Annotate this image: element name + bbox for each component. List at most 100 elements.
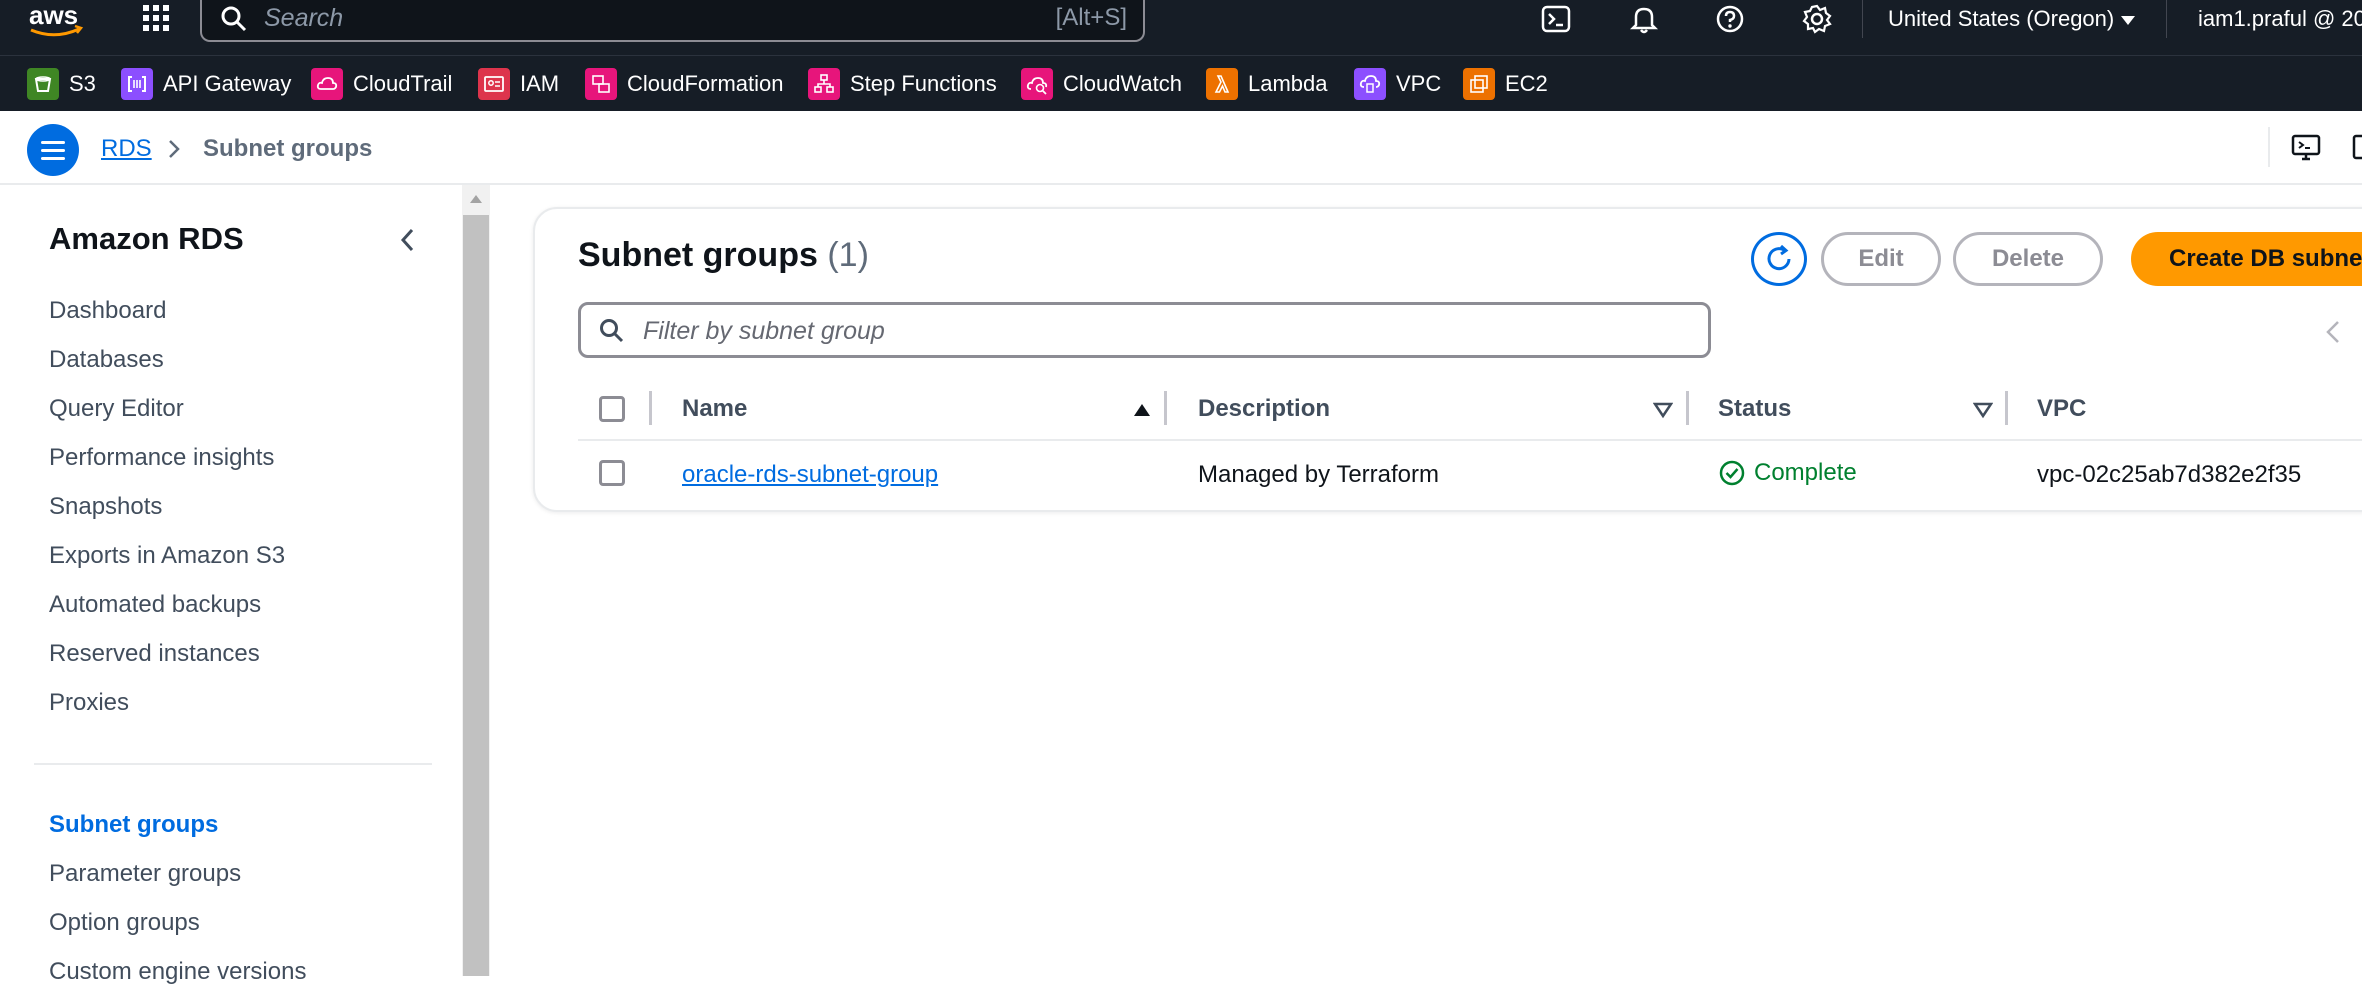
search-icon bbox=[600, 319, 624, 343]
shortcut-cloudtrail[interactable]: CloudTrail bbox=[311, 67, 452, 101]
create-db-subnet-group-button[interactable]: Create DB subnet group bbox=[2131, 232, 2362, 286]
side-nav-title: Amazon RDS bbox=[49, 221, 244, 256]
settings-gear-icon[interactable] bbox=[1801, 3, 1833, 35]
shortcut-cloudformation[interactable]: CloudFormation bbox=[585, 67, 784, 101]
side-navigation: Amazon RDS Dashboard Databases Query Edi… bbox=[0, 185, 462, 985]
nav-item-subnet-groups[interactable]: Subnet groups bbox=[49, 811, 218, 839]
shortcut-s3[interactable]: S3 bbox=[27, 67, 96, 101]
nav-item-performance-insights[interactable]: Performance insights bbox=[49, 444, 274, 472]
cloudformation-icon bbox=[585, 68, 617, 100]
create-button-label: Create DB subnet group bbox=[2169, 245, 2362, 272]
column-divider bbox=[649, 391, 652, 425]
utility-divider bbox=[2268, 127, 2270, 167]
sort-ascending-icon[interactable] bbox=[1132, 401, 1152, 419]
feedback-screen-icon[interactable] bbox=[2290, 131, 2322, 163]
refresh-icon bbox=[1767, 244, 1791, 271]
column-header-status[interactable]: Status bbox=[1718, 395, 1791, 423]
sort-descending-icon[interactable] bbox=[1653, 401, 1673, 419]
help-icon[interactable] bbox=[1714, 3, 1746, 35]
column-header-description[interactable]: Description bbox=[1198, 395, 1330, 423]
nav-item-reserved-instances[interactable]: Reserved instances bbox=[49, 640, 260, 668]
refresh-button[interactable] bbox=[1751, 232, 1807, 286]
account-menu[interactable]: iam1.praful @ 20 bbox=[2198, 6, 2362, 32]
side-nav-toggle-button[interactable] bbox=[27, 124, 79, 176]
column-header-vpc[interactable]: VPC bbox=[2037, 395, 2086, 423]
nav-item-proxies[interactable]: Proxies bbox=[49, 689, 129, 717]
notifications-bell-icon[interactable] bbox=[1628, 3, 1660, 35]
shortcut-vpc[interactable]: VPC bbox=[1354, 67, 1441, 101]
topbar-divider bbox=[1862, 0, 1863, 38]
table-title-text: Subnet groups bbox=[578, 236, 818, 274]
lambda-icon bbox=[1206, 68, 1238, 100]
shortcut-iam[interactable]: IAM bbox=[478, 67, 559, 101]
table-title: Subnet groups (1) bbox=[578, 236, 869, 275]
svg-text:aws: aws bbox=[29, 0, 78, 30]
topbar-divider bbox=[2166, 0, 2167, 38]
shortcut-label: Lambda bbox=[1248, 71, 1328, 96]
shortcut-ec2[interactable]: EC2 bbox=[1463, 67, 1548, 101]
success-check-circle-icon bbox=[1719, 460, 1745, 486]
ec2-icon bbox=[1463, 68, 1495, 100]
nav-item-automated-backups[interactable]: Automated backups bbox=[49, 591, 261, 619]
api-gateway-icon bbox=[121, 68, 153, 100]
search-shortcut-hint: [Alt+S] bbox=[1055, 4, 1127, 31]
nav-item-query-editor[interactable]: Query Editor bbox=[49, 395, 184, 423]
nav-item-exports-s3[interactable]: Exports in Amazon S3 bbox=[49, 542, 285, 570]
nav-item-snapshots[interactable]: Snapshots bbox=[49, 493, 162, 521]
global-search-input[interactable]: Search [Alt+S] bbox=[200, 0, 1145, 42]
region-selector[interactable]: United States (Oregon) bbox=[1888, 6, 2114, 32]
shortcut-lambda[interactable]: Lambda bbox=[1206, 67, 1328, 101]
step-functions-icon bbox=[808, 68, 840, 100]
collapse-nav-chevron-left-icon[interactable] bbox=[396, 225, 420, 255]
select-all-checkbox[interactable] bbox=[599, 396, 625, 422]
edit-button[interactable]: Edit bbox=[1821, 232, 1941, 286]
shortcut-label: Step Functions bbox=[850, 71, 997, 96]
table-count: (1) bbox=[827, 236, 869, 274]
nav-item-dashboard[interactable]: Dashboard bbox=[49, 297, 166, 325]
search-placeholder: Search bbox=[264, 4, 344, 32]
scroll-up-arrow-icon[interactable] bbox=[470, 195, 482, 203]
cloudshell-icon[interactable] bbox=[1540, 3, 1572, 35]
region-dropdown-caret-icon[interactable] bbox=[2120, 14, 2136, 26]
shortcut-label: CloudWatch bbox=[1063, 71, 1183, 96]
filter-subnet-group-field[interactable] bbox=[578, 302, 1711, 358]
chevron-right-icon bbox=[169, 140, 180, 158]
aws-logo[interactable]: aws bbox=[27, 0, 87, 40]
shortcut-cloudwatch[interactable]: CloudWatch bbox=[1021, 67, 1182, 101]
shortcut-label: CloudFormation bbox=[627, 71, 784, 96]
sort-descending-icon[interactable] bbox=[1973, 401, 1993, 419]
delete-button[interactable]: Delete bbox=[1953, 232, 2103, 286]
cloudwatch-icon bbox=[1021, 68, 1053, 100]
breadcrumb-rds-link[interactable]: RDS bbox=[101, 135, 152, 163]
vpc-icon bbox=[1354, 68, 1386, 100]
search-icon bbox=[221, 6, 247, 32]
table-row[interactable]: oracle-rds-subnet-group Managed by Terra… bbox=[578, 441, 2362, 511]
nav-item-parameter-groups[interactable]: Parameter groups bbox=[49, 860, 241, 888]
filter-input[interactable] bbox=[643, 313, 1683, 349]
top-navigation-bar: aws Search [Alt+S] United States (Oregon… bbox=[0, 0, 2362, 55]
breadcrumb-current: Subnet groups bbox=[203, 135, 373, 162]
iam-icon bbox=[478, 68, 510, 100]
subnet-group-name-link[interactable]: oracle-rds-subnet-group bbox=[682, 461, 938, 489]
services-menu-icon[interactable] bbox=[141, 3, 171, 33]
row-select-checkbox[interactable] bbox=[599, 460, 625, 486]
scrollbar-thumb[interactable] bbox=[463, 215, 489, 976]
shortcut-label: API Gateway bbox=[163, 71, 292, 96]
subnet-group-vpc-id: vpc-02c25ab7d382e2f35 bbox=[2037, 461, 2302, 488]
status-text: Complete bbox=[1754, 459, 1857, 486]
shortcut-label: CloudTrail bbox=[353, 71, 453, 96]
info-panel-icon[interactable] bbox=[2352, 131, 2362, 163]
column-divider bbox=[1164, 391, 1167, 425]
nav-item-custom-engine-versions[interactable]: Custom engine versions bbox=[49, 958, 306, 986]
status-indicator: Complete bbox=[1718, 459, 1857, 487]
shortcut-step-functions[interactable]: Step Functions bbox=[808, 67, 997, 101]
side-nav-scrollbar[interactable] bbox=[462, 185, 490, 976]
nav-item-option-groups[interactable]: Option groups bbox=[49, 909, 200, 937]
shortcut-label: VPC bbox=[1396, 71, 1442, 96]
nav-divider bbox=[34, 763, 432, 765]
column-header-name[interactable]: Name bbox=[682, 395, 747, 423]
nav-item-databases[interactable]: Databases bbox=[49, 346, 164, 374]
pagination-prev-chevron-icon[interactable] bbox=[2325, 319, 2341, 345]
shortcut-api-gateway[interactable]: API Gateway bbox=[121, 67, 291, 101]
s3-icon bbox=[27, 68, 59, 100]
